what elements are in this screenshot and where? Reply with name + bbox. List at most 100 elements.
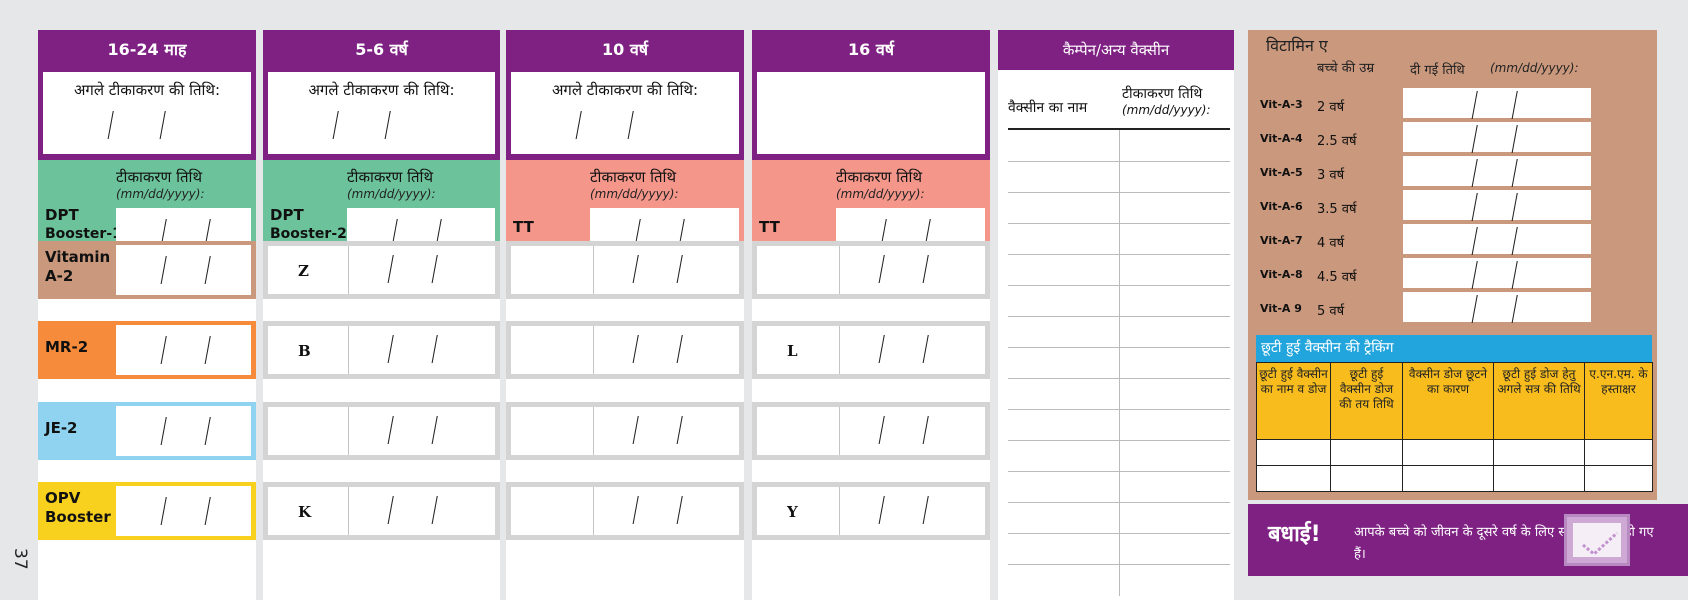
campaign-date-format: (mm/dd/yyyy): xyxy=(1122,103,1211,117)
vitamin-dose-code: Vit-A-8 xyxy=(1260,268,1303,281)
tracking-input-cell[interactable] xyxy=(1256,439,1331,466)
tracking-input-cell[interactable] xyxy=(1330,465,1403,492)
tracking-input-cell[interactable] xyxy=(1493,465,1585,492)
date-separator: / xyxy=(1471,85,1479,125)
column-header: 10 वर्ष xyxy=(602,40,648,59)
completion-checkbox[interactable] xyxy=(1564,514,1630,566)
tracking-input-cell[interactable] xyxy=(1402,465,1494,492)
dose-date-input[interactable]: / / xyxy=(116,406,251,456)
dose-date-label: टीकाकरण तिथि xyxy=(836,168,923,186)
dose-row-inner: / / xyxy=(757,246,985,294)
dose-date-input[interactable]: / / xyxy=(840,246,985,294)
missed-vaccine-tracking: छूटी हुई वैक्सीन की ट्रैकिंग छूटी हुई वै… xyxy=(1256,335,1653,493)
dose-date-input[interactable]: / / xyxy=(349,246,495,294)
dose-letter: Z xyxy=(298,262,309,280)
dose-row: / / xyxy=(506,402,744,460)
dose-row-inner: L / / xyxy=(757,326,985,374)
date-separator: / xyxy=(1511,187,1519,227)
date-separator: / xyxy=(1471,289,1479,329)
tracking-input-cell[interactable] xyxy=(1330,439,1403,466)
dose-date-input[interactable]: / / xyxy=(349,487,495,535)
campaign-row-line xyxy=(1008,316,1230,317)
dose-date-input[interactable]: / / xyxy=(594,487,739,535)
dose-row-inner: B / / xyxy=(268,326,495,374)
dose-row-inner: / / xyxy=(757,407,985,455)
dose-date-input[interactable]: / / xyxy=(594,326,739,374)
tracking-input-cell[interactable] xyxy=(1584,465,1653,492)
campaign-date-label: टीकाकरण तिथि xyxy=(1122,86,1203,102)
dose-date-input[interactable]: / / xyxy=(116,245,251,295)
dose-label: MR-2 xyxy=(45,338,89,356)
dose-date-input[interactable]: / / xyxy=(349,407,495,455)
campaign-column-divider xyxy=(1119,130,1120,596)
age-column: 10 वर्ष अगले टीकाकरण की तिथि: / / टीकाकरण ति… xyxy=(506,30,744,600)
date-separator: / xyxy=(878,329,886,369)
tracking-input-cell[interactable] xyxy=(1584,439,1653,466)
date-separator: / xyxy=(107,105,115,145)
date-separator: / xyxy=(1511,221,1519,261)
tracking-input-cell[interactable] xyxy=(1402,439,1494,466)
congratulations-banner: बधाई! आपके बच्चे को जीवन के दूसरे वर्ष क… xyxy=(1248,504,1688,576)
dose-date-input[interactable]: / / xyxy=(594,407,739,455)
dose-date-input[interactable]: / / xyxy=(116,325,251,375)
congratulations-word: बधाई! xyxy=(1268,522,1321,547)
dose-date-input[interactable]: / / xyxy=(116,486,251,536)
next-vaccination-date-box[interactable] xyxy=(757,72,985,154)
next-vaccination-label: अगले टीकाकरण की तिथि: xyxy=(308,81,455,99)
dose-row-inner: / / xyxy=(511,246,739,294)
date-separator: / xyxy=(204,491,212,531)
tracking-input-cell[interactable] xyxy=(1493,439,1585,466)
dose-letter: L xyxy=(787,342,798,360)
dose-row-inner: / / xyxy=(511,487,739,535)
date-separator: / xyxy=(160,491,168,531)
dose-date-format: (mm/dd/yyyy): xyxy=(836,187,925,201)
dose-row: / / xyxy=(506,241,744,299)
dose-date-input[interactable]: / / xyxy=(840,407,985,455)
date-separator: / xyxy=(1471,255,1479,295)
vitamin-dose-age: 3 वर्ष xyxy=(1317,168,1345,183)
date-separator: / xyxy=(632,329,640,369)
dose-row: Vitamin A-2// xyxy=(38,241,256,299)
age-column: 16 वर्ष टीकाकरण तिथि (mm/dd/yyyy): TT / / / / L /… xyxy=(752,30,990,600)
tracking-title: छूटी हुई वैक्सीन की ट्रैकिंग xyxy=(1256,335,1652,362)
date-separator: / xyxy=(676,490,684,530)
column-header-block: 16-24 माह अगले टीकाकरण की तिथि: / / xyxy=(38,30,256,160)
dose-date-format: (mm/dd/yyyy): xyxy=(590,187,679,201)
campaign-row-line xyxy=(1008,161,1230,162)
tracking-input-cell[interactable] xyxy=(1256,465,1331,492)
dose-date-format: (mm/dd/yyyy): xyxy=(116,187,205,201)
dose-letter: B xyxy=(298,342,311,360)
dose-date-input[interactable]: / / xyxy=(349,326,495,374)
campaign-row-line xyxy=(1008,564,1230,565)
next-vaccination-date-box[interactable]: अगले टीकाकरण की तिथि: / / xyxy=(43,72,251,154)
vitamin-dose-age: 2.5 वर्ष xyxy=(1317,134,1357,149)
next-vaccination-date-box[interactable]: अगले टीकाकरण की तिथि: / / xyxy=(268,72,495,154)
dose-date-input[interactable]: / / xyxy=(594,246,739,294)
date-separator: / xyxy=(1511,85,1519,125)
date-separator: / xyxy=(431,410,439,450)
date-separator: / xyxy=(632,410,640,450)
page-number: 37 xyxy=(10,548,30,570)
next-vaccination-label: अगले टीकाकरण की तिथि: xyxy=(73,81,221,99)
dose-date-input[interactable]: / / xyxy=(840,487,985,535)
age-column: 16-24 माह अगले टीकाकरण की तिथि: / / टीकाकरण … xyxy=(38,30,256,600)
campaign-row-line xyxy=(1008,440,1230,441)
dose-row-inner: / / xyxy=(511,326,739,374)
tracking-header-cell: छूटी हुई वैक्सीन डोज की तय तिथि xyxy=(1330,362,1403,440)
dose-date-format: (mm/dd/yyyy): xyxy=(347,187,436,201)
dose-row: K / / xyxy=(263,482,500,540)
vitamin-date-label: दी गई तिथि xyxy=(1410,63,1465,78)
column-header-block: 16 वर्ष xyxy=(752,30,990,160)
date-separator: / xyxy=(878,249,886,289)
date-separator: / xyxy=(922,490,930,530)
dose-row: / / xyxy=(752,241,990,299)
date-separator: / xyxy=(332,105,340,145)
dose-date-input[interactable]: / / xyxy=(840,326,985,374)
date-separator: / xyxy=(922,249,930,289)
next-vaccination-date-box[interactable]: अगले टीकाकरण की तिथि: / / xyxy=(511,72,739,154)
date-separator: / xyxy=(204,330,212,370)
vitamin-dose-code: Vit-A-4 xyxy=(1260,132,1303,145)
date-separator: / xyxy=(1471,153,1479,193)
column-header-block: 5-6 वर्ष अगले टीकाकरण की तिथि: / / xyxy=(263,30,500,160)
campaign-row-line xyxy=(1008,285,1230,286)
